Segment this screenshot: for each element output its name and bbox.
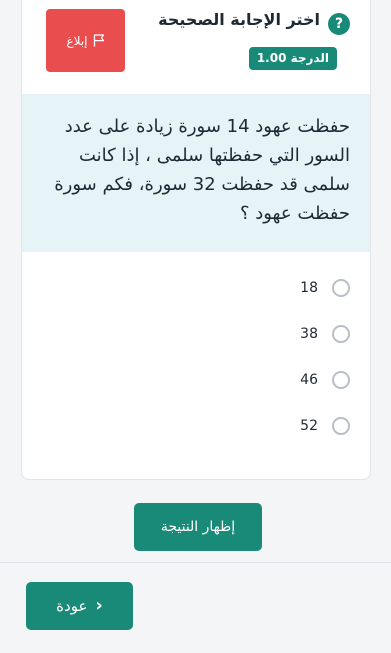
question-text: حفظت عهود 14 سورة زيادة على عدد السور ال… xyxy=(54,116,350,224)
answer-option[interactable]: 38 xyxy=(300,311,350,357)
footer-divider xyxy=(0,562,391,563)
radio-button[interactable] xyxy=(332,325,350,343)
option-label: 52 xyxy=(300,418,318,434)
answer-option[interactable]: 52 xyxy=(300,403,350,449)
back-label: عودة xyxy=(56,597,88,615)
flag-icon xyxy=(93,34,104,47)
option-label: 46 xyxy=(300,372,318,388)
radio-button[interactable] xyxy=(332,417,350,435)
option-label: 18 xyxy=(300,280,318,296)
help-icon[interactable]: ? xyxy=(328,13,350,35)
answer-option[interactable]: 18 xyxy=(300,265,350,311)
report-button[interactable]: إبلاغ xyxy=(46,9,125,72)
radio-button[interactable] xyxy=(332,371,350,389)
radio-button[interactable] xyxy=(332,279,350,297)
answer-options: 18 38 46 52 xyxy=(300,265,350,449)
question-card: ? اختر الإجابة الصحيحة الدرجة 1.00 إبلاغ… xyxy=(21,0,371,480)
option-label: 38 xyxy=(300,326,318,342)
chevron-left-icon: ‹ xyxy=(95,595,103,616)
question-header: ? اختر الإجابة الصحيحة الدرجة 1.00 إبلاغ xyxy=(22,0,370,90)
answer-option[interactable]: 46 xyxy=(300,357,350,403)
question-type-title: اختر الإجابة الصحيحة xyxy=(158,10,320,29)
back-button[interactable]: ‹ عودة xyxy=(26,582,133,630)
grade-badge: الدرجة 1.00 xyxy=(248,47,337,70)
show-result-button[interactable]: إظهار النتيجة xyxy=(134,503,262,551)
report-label: إبلاغ xyxy=(66,33,88,48)
quiz-page: ? اختر الإجابة الصحيحة الدرجة 1.00 إبلاغ… xyxy=(0,0,391,653)
question-box: حفظت عهود 14 سورة زيادة على عدد السور ال… xyxy=(22,94,370,252)
